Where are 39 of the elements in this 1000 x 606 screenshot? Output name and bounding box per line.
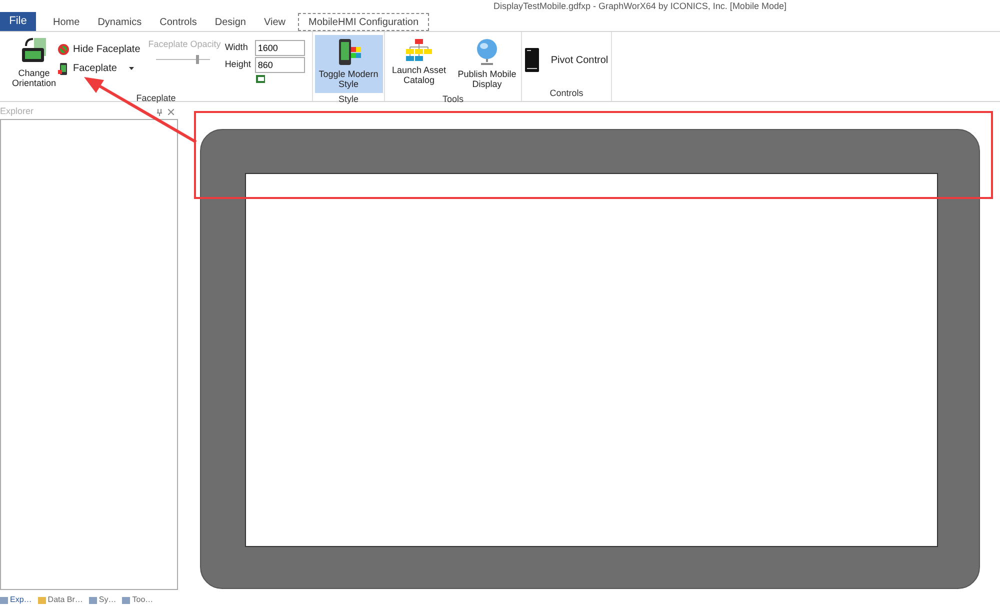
opacity-label: Faceplate Opacity	[148, 38, 221, 51]
ribbon-tab[interactable]: Design	[206, 13, 255, 31]
publish-button[interactable]: Publish Mobile Display	[453, 35, 521, 93]
panel-tab[interactable]: Too…	[122, 594, 154, 606]
tablet-icon	[524, 48, 539, 72]
hierarchy-icon	[406, 39, 432, 61]
group-title: Tools	[442, 93, 464, 106]
ribbon-tab[interactable]: Home	[44, 13, 89, 31]
group-title: Style	[338, 93, 358, 106]
panel-title: Explorer	[0, 105, 35, 118]
panel-tab[interactable]: Sy…	[88, 594, 116, 606]
globe-icon	[476, 39, 498, 65]
close-icon[interactable]	[168, 109, 174, 115]
height-field[interactable]: 860	[254, 57, 305, 73]
hide-faceplate-button[interactable]: Hide Faceplate	[58, 42, 140, 57]
panel-tab[interactable]: Exp…	[0, 594, 32, 606]
window-title: DisplayTestMobile.gdfxp - GraphWorX64 by ICONICS, Inc. [Mobile Mode]	[494, 0, 786, 12]
ribbon-tab[interactable]: View	[254, 13, 294, 31]
width-label: Width	[224, 41, 249, 54]
asset-catalog-button[interactable]: Launch Asset Catalog	[385, 35, 453, 93]
pin-icon[interactable]	[157, 108, 162, 116]
group-title: Controls	[550, 86, 584, 100]
phone-icon	[58, 62, 69, 74]
faceplate-dropdown[interactable]: Faceplate	[58, 61, 134, 76]
prohibited-icon	[58, 44, 69, 55]
ribbon-tab[interactable]: MobileHMI Configuration	[298, 13, 429, 31]
pivot-control-button[interactable]: Pivot Control	[524, 48, 608, 72]
toggle-style-button[interactable]: Toggle Modern Style	[314, 35, 382, 93]
group-title: Faceplate	[135, 92, 177, 105]
panel-tab[interactable]: Data Br…	[38, 594, 83, 606]
phone-rotate-icon	[20, 36, 48, 64]
resize-icon	[254, 74, 266, 84]
height-label: Height	[224, 58, 251, 72]
ribbon-tab[interactable]: Controls	[150, 13, 206, 31]
width-field[interactable]: 1600	[254, 40, 305, 56]
ribbon-tab[interactable]: Dynamics	[88, 13, 151, 31]
phone-icon	[336, 39, 360, 65]
file-button[interactable]: File	[0, 12, 36, 31]
caret-icon	[129, 67, 134, 70]
